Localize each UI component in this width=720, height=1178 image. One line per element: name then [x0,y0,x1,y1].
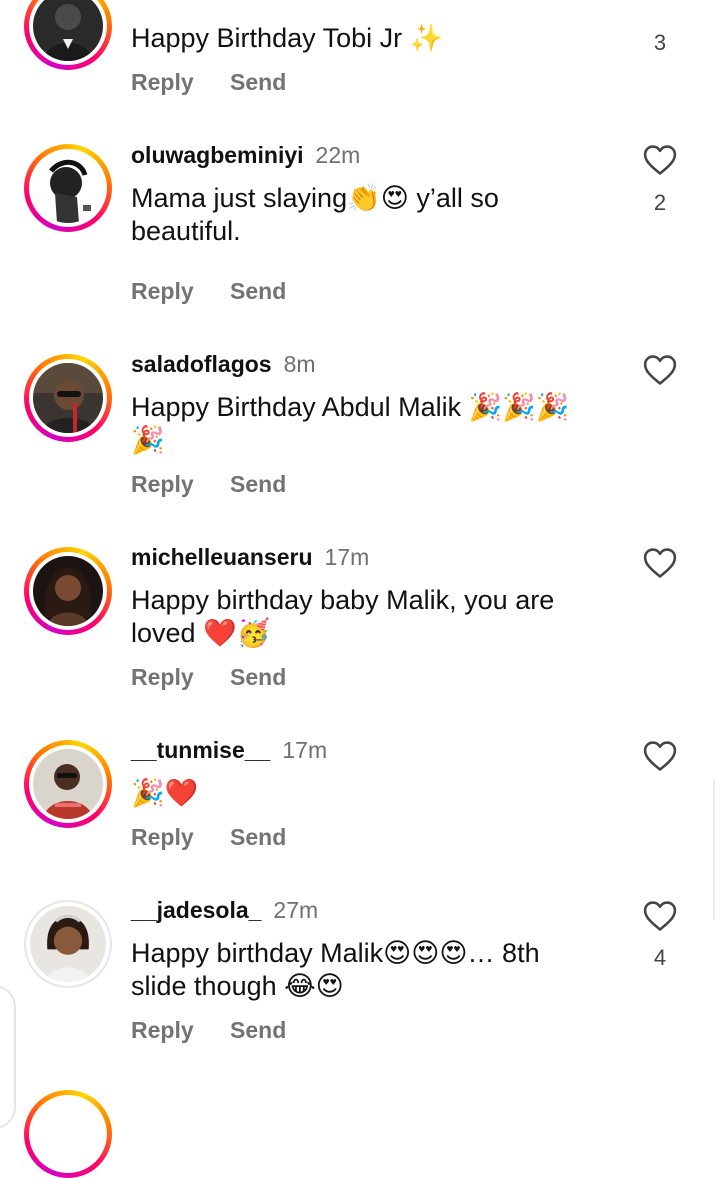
send-button[interactable]: Send [230,664,286,690]
send-button[interactable]: Send [230,1017,286,1043]
reply-button[interactable]: Reply [131,69,194,95]
reply-button[interactable]: Reply [131,471,194,497]
comment-text: Happy Birthday Abdul Malik 🎉🎉🎉🎉 [131,392,570,455]
username[interactable]: __tunmise__ [131,737,270,763]
like-count: 4 [653,945,667,970]
comment-text: Happy Birthday Tobi Jr ✨ [131,23,444,53]
comment-text: Happy birthday Malik😍😍😍… 8th slide thoug… [131,938,540,1001]
avatar-ring[interactable] [24,900,112,988]
heart-outline-icon[interactable] [643,547,677,579]
timestamp: 22m [315,142,361,168]
timestamp: 27m [273,897,319,923]
avatar [33,0,103,61]
side-panel-handle[interactable] [0,985,16,1129]
send-button[interactable]: Send [230,69,286,95]
comment-text: 🎉❤️ [131,778,199,808]
comment-text: Mama just slaying👏😍 y’all so beautiful. [131,183,499,246]
timestamp: 17m [324,544,370,570]
avatar [30,906,106,982]
avatar [33,363,103,433]
like-count: 2 [653,190,667,215]
avatar-ring[interactable] [24,547,112,635]
timestamp: 17m [282,737,328,763]
avatar [33,153,103,223]
avatar-ring[interactable] [24,0,112,70]
send-button[interactable]: Send [230,471,286,497]
heart-outline-icon[interactable] [643,354,677,386]
heart-outline-icon[interactable] [643,144,677,176]
reply-button[interactable]: Reply [131,278,194,304]
scrollbar[interactable] [713,780,715,920]
avatar [33,749,103,819]
reply-button[interactable]: Reply [131,664,194,690]
send-button[interactable]: Send [230,278,286,304]
like-count: 3 [653,30,667,55]
username[interactable]: __jadesola_ [131,897,261,923]
avatar-ring[interactable] [24,144,112,232]
comment-text: Happy birthday baby Malik, you are loved… [131,585,555,648]
reply-button[interactable]: Reply [131,1017,194,1043]
username[interactable]: oluwagbeminiyi [131,142,304,168]
avatar-ring[interactable] [24,1090,112,1178]
reply-button[interactable]: Reply [131,824,194,850]
heart-outline-icon[interactable] [643,740,677,772]
username[interactable]: michelleuanseru [131,544,313,570]
heart-outline-icon[interactable] [643,900,677,932]
avatar-ring[interactable] [24,740,112,828]
send-button[interactable]: Send [230,824,286,850]
avatar-ring[interactable] [24,354,112,442]
avatar [33,556,103,626]
username[interactable]: saladoflagos [131,351,272,377]
timestamp: 8m [283,351,316,377]
